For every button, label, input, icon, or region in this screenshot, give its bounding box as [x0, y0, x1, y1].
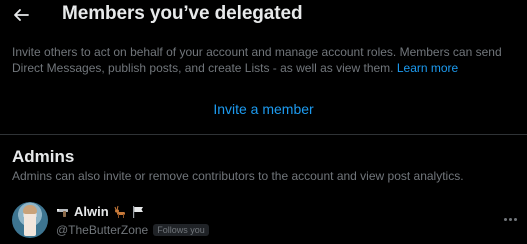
deer-emoji-icon	[114, 205, 125, 218]
follows-you-badge: Follows you	[153, 224, 209, 236]
invite-member-button[interactable]: Invite a member	[0, 101, 527, 117]
section-divider	[0, 134, 527, 135]
avatar[interactable]	[12, 202, 48, 238]
more-dots-icon	[503, 217, 507, 221]
member-name-line: Alwin	[56, 204, 145, 219]
pistol-emoji-icon	[57, 208, 68, 217]
member-handle-line: @TheButterZone Follows you	[56, 223, 209, 237]
member-handle[interactable]: @TheButterZone	[56, 223, 148, 237]
page-title: Members you’ve delegated	[62, 3, 303, 24]
back-button[interactable]	[8, 2, 34, 28]
member-row[interactable]: Alwin @TheButterZone Follows you	[0, 196, 527, 244]
black-flag-emoji-icon	[132, 205, 143, 218]
admins-heading: Admins	[12, 147, 75, 166]
member-name: Alwin	[74, 204, 109, 219]
learn-more-link[interactable]: Learn more	[397, 61, 458, 75]
intro-description: Invite others to act on behalf of your a…	[12, 44, 517, 76]
more-options-button[interactable]	[500, 212, 520, 226]
arrow-left-icon	[14, 9, 29, 21]
admins-description: Admins can also invite or remove contrib…	[12, 169, 464, 183]
header: Members you’ve delegated	[0, 0, 527, 30]
